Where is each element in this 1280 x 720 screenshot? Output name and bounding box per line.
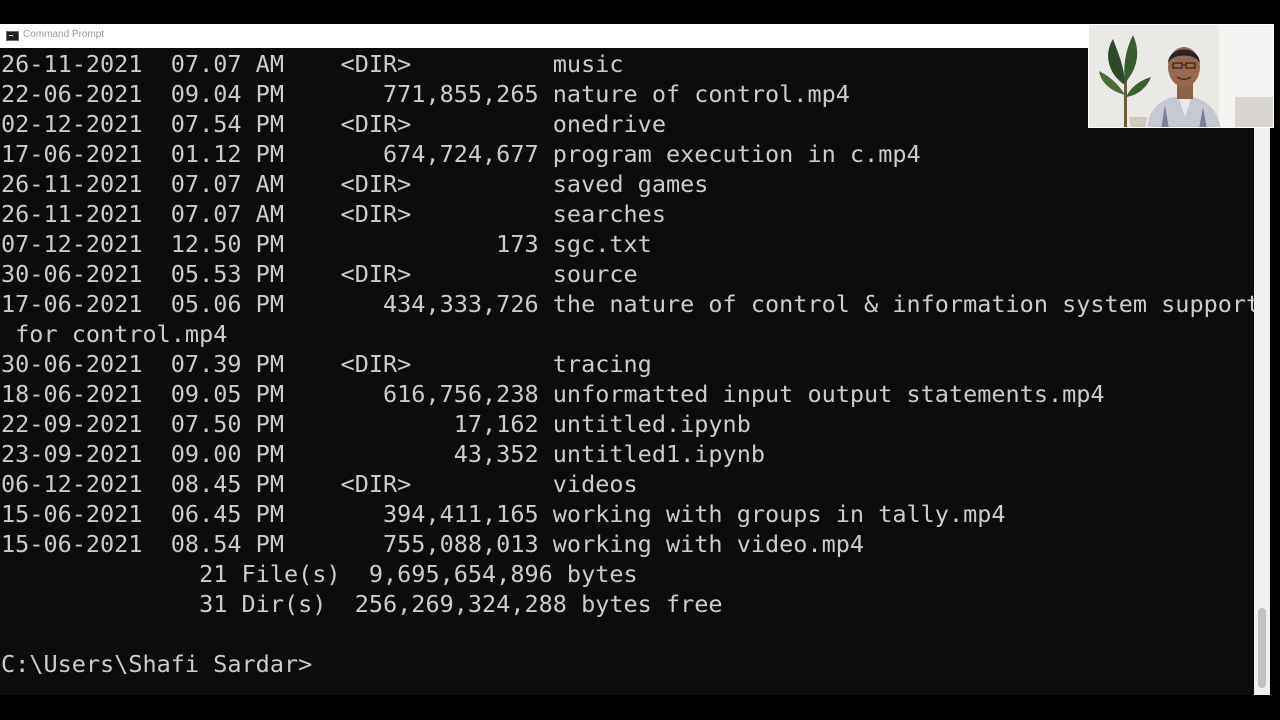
console-line: 26-11-2021 07.07 AM <DIR> music [1, 50, 624, 78]
console-line: 30-06-2021 05.53 PM <DIR> source [1, 260, 638, 288]
file-count-summary: 21 File(s) 9,695,654,896 bytes [1, 560, 638, 588]
presenter-webcam-overlay [1088, 24, 1274, 128]
console-line: 26-11-2021 07.07 AM <DIR> saved games [1, 170, 709, 198]
command-prompt-icon [6, 31, 19, 41]
window-title: Command Prompt [23, 29, 105, 40]
console-line: 18-06-2021 09.05 PM 616,756,238 unformat… [1, 380, 1105, 408]
vertical-scrollbar[interactable] [1254, 48, 1270, 695]
console-line: 02-12-2021 07.54 PM <DIR> onedrive [1, 110, 666, 138]
console-line: 17-06-2021 05.06 PM 434,333,726 the natu… [1, 290, 1254, 318]
console-line: 07-12-2021 12.50 PM 173 sgc.txt [1, 230, 652, 258]
console-line: 22-09-2021 07.50 PM 17,162 untitled.ipyn… [1, 410, 751, 438]
console-line: 30-06-2021 07.39 PM <DIR> tracing [1, 350, 652, 378]
console-line: 26-11-2021 07.07 AM <DIR> searches [1, 200, 666, 228]
command-prompt-line[interactable]: C:\Users\Shafi Sardar> [1, 649, 1254, 679]
console-line: 06-12-2021 08.45 PM <DIR> videos [1, 470, 638, 498]
presenter-webcam-image [1089, 25, 1273, 127]
window-titlebar[interactable]: Command Prompt [0, 24, 1270, 49]
console-line: 15-06-2021 08.54 PM 755,088,013 working … [1, 530, 865, 558]
console-line: for control.mp4 [1, 320, 228, 348]
scrollbar-thumb[interactable] [1258, 608, 1266, 688]
screen: Command Prompt 26-11-2021 07.07 AM <DIR>… [0, 0, 1280, 720]
console-output-area[interactable]: 26-11-2021 07.07 AM <DIR> music 22-06-20… [0, 48, 1254, 695]
console-line: 17-06-2021 01.12 PM 674,724,677 program … [1, 140, 921, 168]
console-line: 22-06-2021 09.04 PM 771,855,265 nature o… [1, 80, 850, 108]
console-line: 23-09-2021 09.00 PM 43,352 untitled1.ipy… [1, 440, 766, 468]
console-lines: 26-11-2021 07.07 AM <DIR> music 22-06-20… [1, 49, 1254, 679]
dir-count-summary: 31 Dir(s) 256,269,324,288 bytes free [1, 590, 723, 618]
console-line: 15-06-2021 06.45 PM 394,411,165 working … [1, 500, 1006, 528]
